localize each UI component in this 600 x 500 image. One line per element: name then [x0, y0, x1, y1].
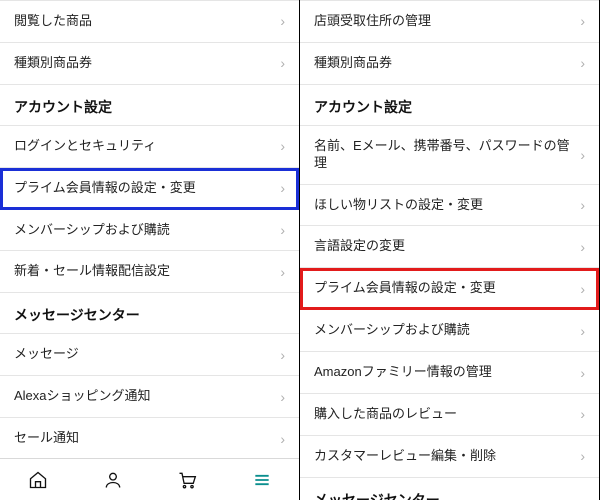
row-label: 名前、Eメール、携帯番号、パスワードの管理	[314, 138, 572, 172]
chevron-right-icon: ›	[280, 264, 285, 280]
left-panel: 閲覧した商品 › 種類別商品券 › アカウント設定 ログインとセキュリティ › …	[0, 0, 300, 500]
row-label: カスタマーレビュー編集・削除	[314, 448, 572, 465]
chevron-right-icon: ›	[280, 431, 285, 447]
purchased-reviews-row[interactable]: 購入した商品のレビュー ›	[300, 394, 599, 436]
row-label: 店頭受取住所の管理	[314, 13, 572, 30]
row-label: ログインとセキュリティ	[14, 138, 272, 155]
chevron-right-icon: ›	[580, 281, 585, 297]
chevron-right-icon: ›	[280, 55, 285, 71]
chevron-right-icon: ›	[580, 323, 585, 339]
pickup-address-row[interactable]: 店頭受取住所の管理 ›	[300, 0, 599, 43]
right-panel: 店頭受取住所の管理 › 種類別商品券 › アカウント設定 名前、Eメール、携帯番…	[300, 0, 600, 500]
row-label: Amazonファミリー情報の管理	[314, 364, 572, 381]
chevron-right-icon: ›	[580, 55, 585, 71]
row-label: 新着・セール情報配信設定	[14, 263, 272, 280]
left-scroll: 閲覧した商品 › 種類別商品券 › アカウント設定 ログインとセキュリティ › …	[0, 0, 299, 458]
chevron-right-icon: ›	[580, 406, 585, 422]
memberships-row[interactable]: メンバーシップおよび購読 ›	[0, 210, 299, 252]
row-label: 言語設定の変更	[314, 238, 572, 255]
row-label: 種類別商品券	[14, 55, 272, 72]
memberships-row[interactable]: メンバーシップおよび購読 ›	[300, 310, 599, 352]
section-header-account: アカウント設定	[300, 85, 599, 125]
row-label: プライム会員情報の設定・変更	[314, 280, 572, 297]
chevron-right-icon: ›	[580, 13, 585, 29]
chevron-right-icon: ›	[580, 147, 585, 163]
messages-row[interactable]: メッセージ ›	[0, 333, 299, 376]
chevron-right-icon: ›	[280, 138, 285, 154]
list-item[interactable]: 種類別商品券 ›	[300, 43, 599, 85]
row-label: メンバーシップおよび購読	[14, 222, 272, 239]
language-row[interactable]: 言語設定の変更 ›	[300, 226, 599, 268]
chevron-right-icon: ›	[580, 239, 585, 255]
row-label: 閲覧した商品	[14, 13, 272, 30]
list-item[interactable]: 種類別商品券 ›	[0, 43, 299, 85]
chevron-right-icon: ›	[580, 365, 585, 381]
chevron-right-icon: ›	[280, 180, 285, 196]
row-label: ほしい物リストの設定・変更	[314, 197, 572, 214]
list-item[interactable]: 閲覧した商品 ›	[0, 0, 299, 43]
row-label: セール通知	[14, 430, 272, 447]
home-icon[interactable]	[27, 470, 49, 490]
chevron-right-icon: ›	[280, 389, 285, 405]
row-label: メッセージ	[14, 346, 272, 363]
login-security-row[interactable]: ログインとセキュリティ ›	[0, 125, 299, 168]
bottom-tabbar	[0, 458, 299, 500]
name-email-row[interactable]: 名前、Eメール、携帯番号、パスワードの管理 ›	[300, 125, 599, 185]
new-sale-row[interactable]: 新着・セール情報配信設定 ›	[0, 251, 299, 293]
wishlist-row[interactable]: ほしい物リストの設定・変更 ›	[300, 185, 599, 227]
section-header-account: アカウント設定	[0, 85, 299, 125]
section-header-message: メッセージセンター	[0, 293, 299, 333]
row-label: 種類別商品券	[314, 55, 572, 72]
row-label: メンバーシップおよび購読	[314, 322, 572, 339]
cart-icon[interactable]	[176, 470, 198, 490]
review-edit-row[interactable]: カスタマーレビュー編集・削除 ›	[300, 436, 599, 478]
row-label: Alexaショッピング通知	[14, 388, 272, 405]
user-icon[interactable]	[103, 470, 123, 490]
chevron-right-icon: ›	[280, 13, 285, 29]
alexa-row[interactable]: Alexaショッピング通知 ›	[0, 376, 299, 418]
prime-settings-row[interactable]: プライム会員情報の設定・変更 ›	[0, 168, 299, 210]
sale-notify-row[interactable]: セール通知 ›	[0, 418, 299, 458]
row-label: プライム会員情報の設定・変更	[14, 180, 272, 197]
row-label: 購入した商品のレビュー	[314, 406, 572, 423]
section-header-message: メッセージセンター	[300, 478, 599, 500]
family-row[interactable]: Amazonファミリー情報の管理 ›	[300, 352, 599, 394]
chevron-right-icon: ›	[580, 448, 585, 464]
right-scroll: 店頭受取住所の管理 › 種類別商品券 › アカウント設定 名前、Eメール、携帯番…	[300, 0, 599, 500]
prime-settings-row[interactable]: プライム会員情報の設定・変更 ›	[300, 268, 599, 310]
menu-icon[interactable]	[252, 470, 272, 490]
chevron-right-icon: ›	[280, 347, 285, 363]
chevron-right-icon: ›	[280, 222, 285, 238]
chevron-right-icon: ›	[580, 197, 585, 213]
